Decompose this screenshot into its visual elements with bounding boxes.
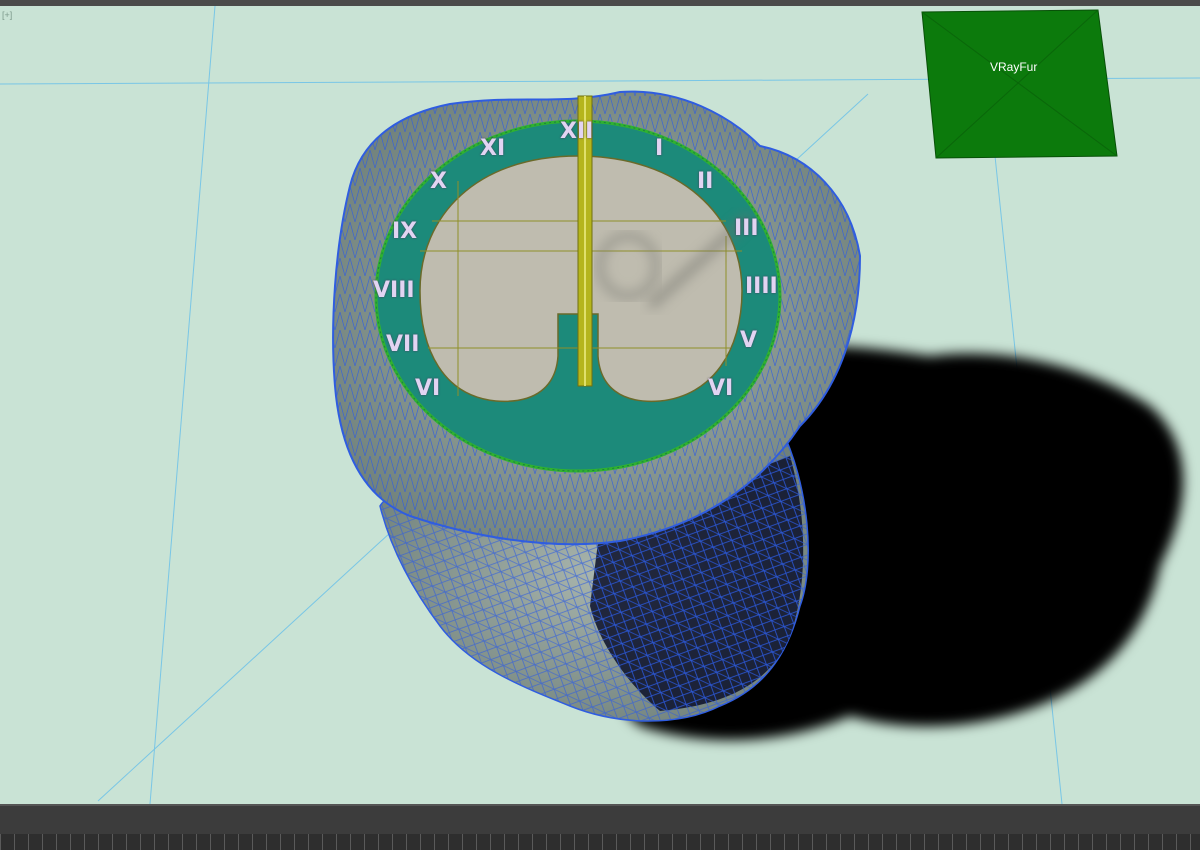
numeral-x: X [430, 169, 447, 194]
viewport-label[interactable]: [+] [2, 10, 12, 20]
numeral-ix: IX [392, 219, 418, 244]
timeline-bar[interactable] [0, 804, 1200, 850]
numeral-iiii: IIII [745, 274, 778, 299]
vrayfur-helper[interactable] [0, 6, 1200, 804]
numeral-vii: VII [386, 332, 420, 357]
vrayfur-label: VRayFur [990, 60, 1038, 74]
numeral-iii: III [734, 216, 759, 241]
numeral-vi-right: VI [708, 376, 734, 401]
numeral-xii: XII [560, 119, 594, 144]
numeral-xi: XI [480, 136, 506, 161]
numeral-viii: VIII [373, 278, 415, 303]
numeral-i: I [655, 136, 664, 161]
numeral-vi-left: VI [415, 376, 441, 401]
numeral-ii: II [697, 169, 714, 194]
numeral-v: V [740, 328, 758, 353]
3d-viewport[interactable]: VRayFur [+] XII I II III IIII V VI VI VI… [0, 6, 1200, 804]
